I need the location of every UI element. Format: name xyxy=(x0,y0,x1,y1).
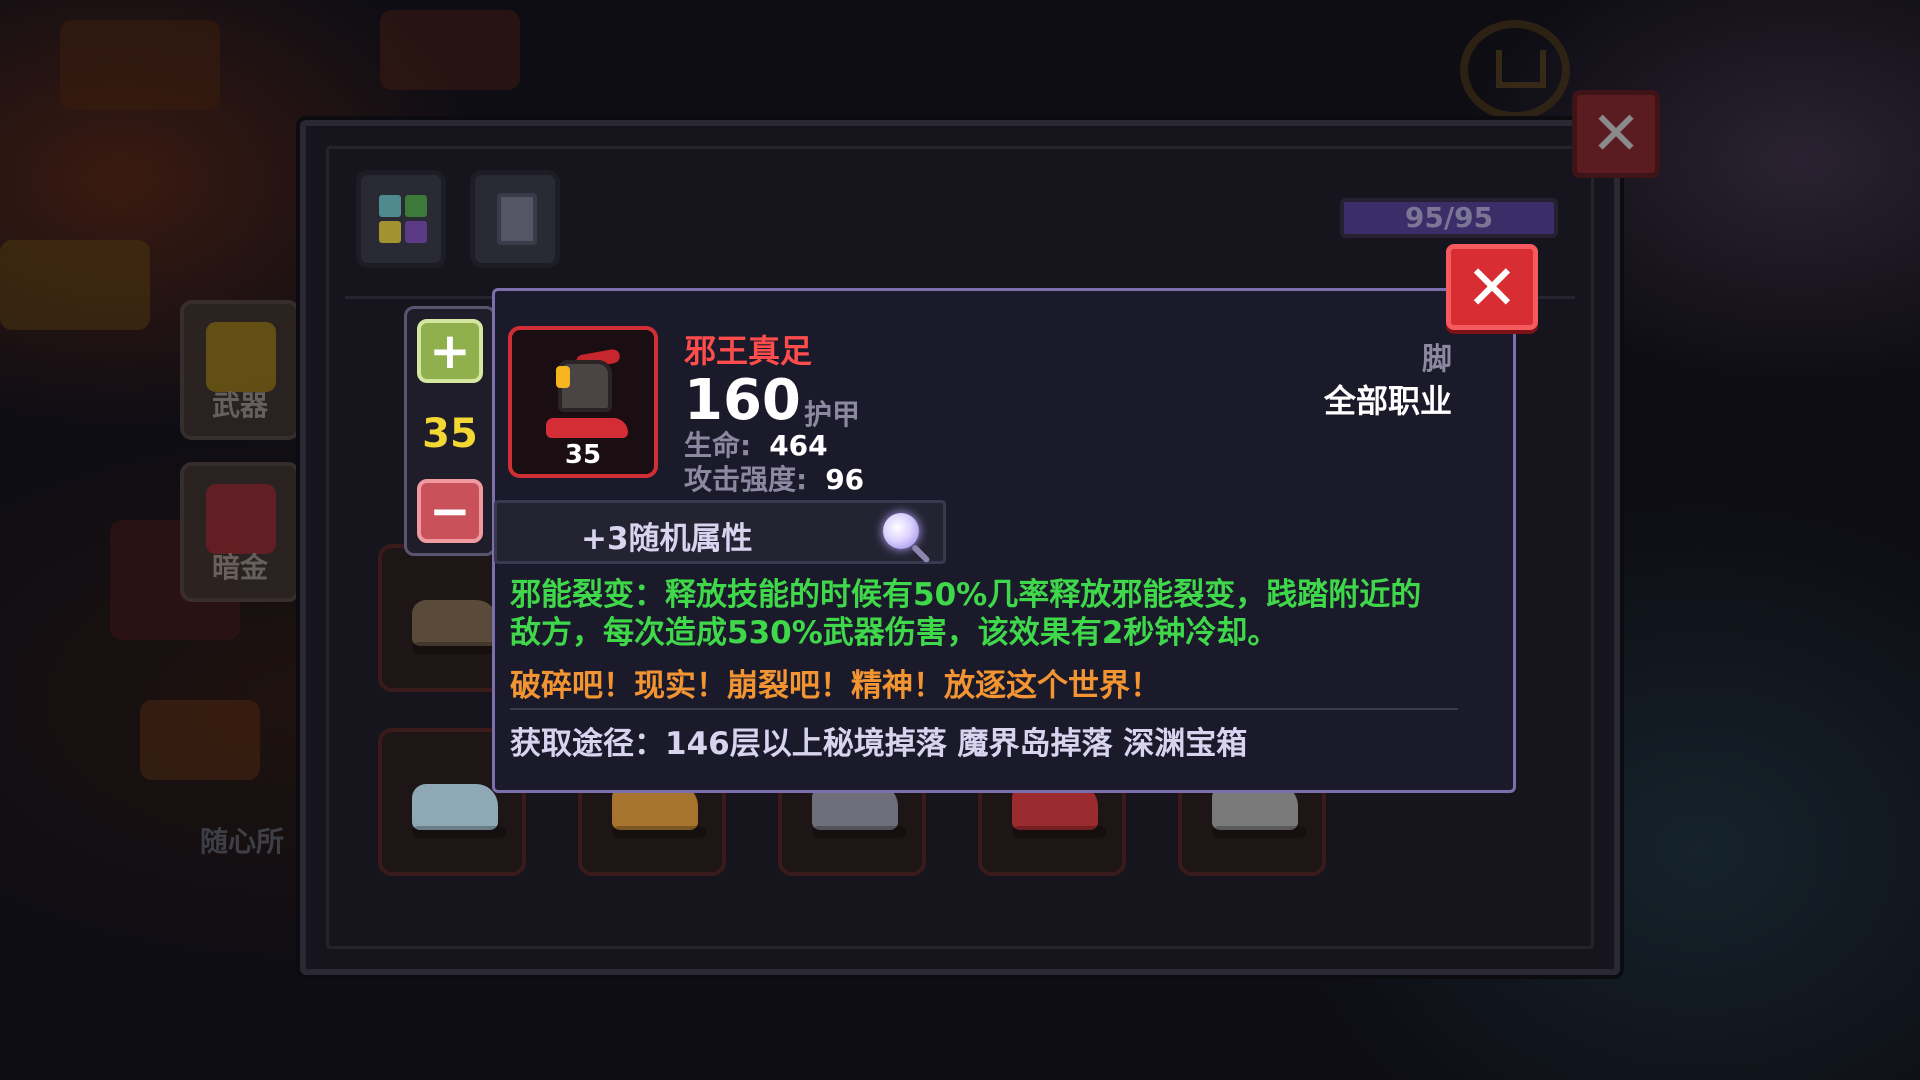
side-free-label: 随心所 xyxy=(200,825,285,858)
item-effect-text: 邪能裂变：释放技能的时候有50%几率释放邪能裂变，践踏附近的敌方，每次造成530… xyxy=(510,577,1422,651)
home-icon xyxy=(1460,20,1570,120)
tooltip-divider xyxy=(510,708,1458,710)
tab-scroll[interactable] xyxy=(470,170,560,268)
level-stepper: + 35 − xyxy=(404,306,496,556)
level-value: 35 xyxy=(422,411,478,457)
equip-slot-type: 脚 xyxy=(1422,342,1452,377)
stat-attack-power: 攻击强度: 96 xyxy=(684,458,864,498)
item-source-text: 获取途径：146层以上秘境掉落 魔界岛掉落 深渊宝箱 xyxy=(510,726,1248,762)
side-item-label: 暗金 xyxy=(211,551,268,584)
random-attributes-label: +3随机属性 xyxy=(581,521,753,557)
capacity-text: 95/95 xyxy=(1404,201,1494,234)
item-icon-frame: 35 xyxy=(508,326,658,478)
capacity-bar: 95/95 xyxy=(1340,198,1558,238)
stat-label: 攻击强度: xyxy=(684,463,808,496)
close-icon: ✕ xyxy=(1590,99,1642,169)
boot-sole xyxy=(546,418,628,438)
stat-value: 96 xyxy=(825,463,865,496)
grid-icon xyxy=(379,195,427,243)
tab-all-items[interactable] xyxy=(356,170,446,268)
side-item-label: 武器 xyxy=(211,389,268,422)
side-item-weapon[interactable]: 武器 xyxy=(180,300,300,440)
scroll-icon xyxy=(497,193,537,245)
side-item-dark-gold[interactable]: 暗金 xyxy=(180,462,300,602)
window-close-button[interactable]: ✕ xyxy=(1572,90,1660,178)
gem-icon xyxy=(556,366,570,388)
dark-gold-chest-icon xyxy=(206,484,276,554)
close-icon: ✕ xyxy=(1466,250,1518,324)
random-attributes-button[interactable]: +3随机属性 xyxy=(494,500,946,564)
class-requirement: 全部职业 xyxy=(1323,382,1452,420)
increase-level-button[interactable]: + xyxy=(417,319,483,383)
decrease-level-button[interactable]: − xyxy=(417,479,483,543)
item-name: 邪王真足 xyxy=(684,332,813,370)
item-level: 35 xyxy=(564,440,602,470)
weapon-chest-icon xyxy=(206,322,276,392)
item-flavor-quote: 破碎吧！现实！崩裂吧！精神！放逐这个世界！ xyxy=(510,668,1161,704)
boot-icon xyxy=(412,600,506,654)
magnifier-icon xyxy=(883,513,919,549)
boot-icon xyxy=(412,784,506,838)
tooltip-close-button[interactable]: ✕ xyxy=(1446,244,1538,330)
armor-value: 160 xyxy=(684,368,801,433)
